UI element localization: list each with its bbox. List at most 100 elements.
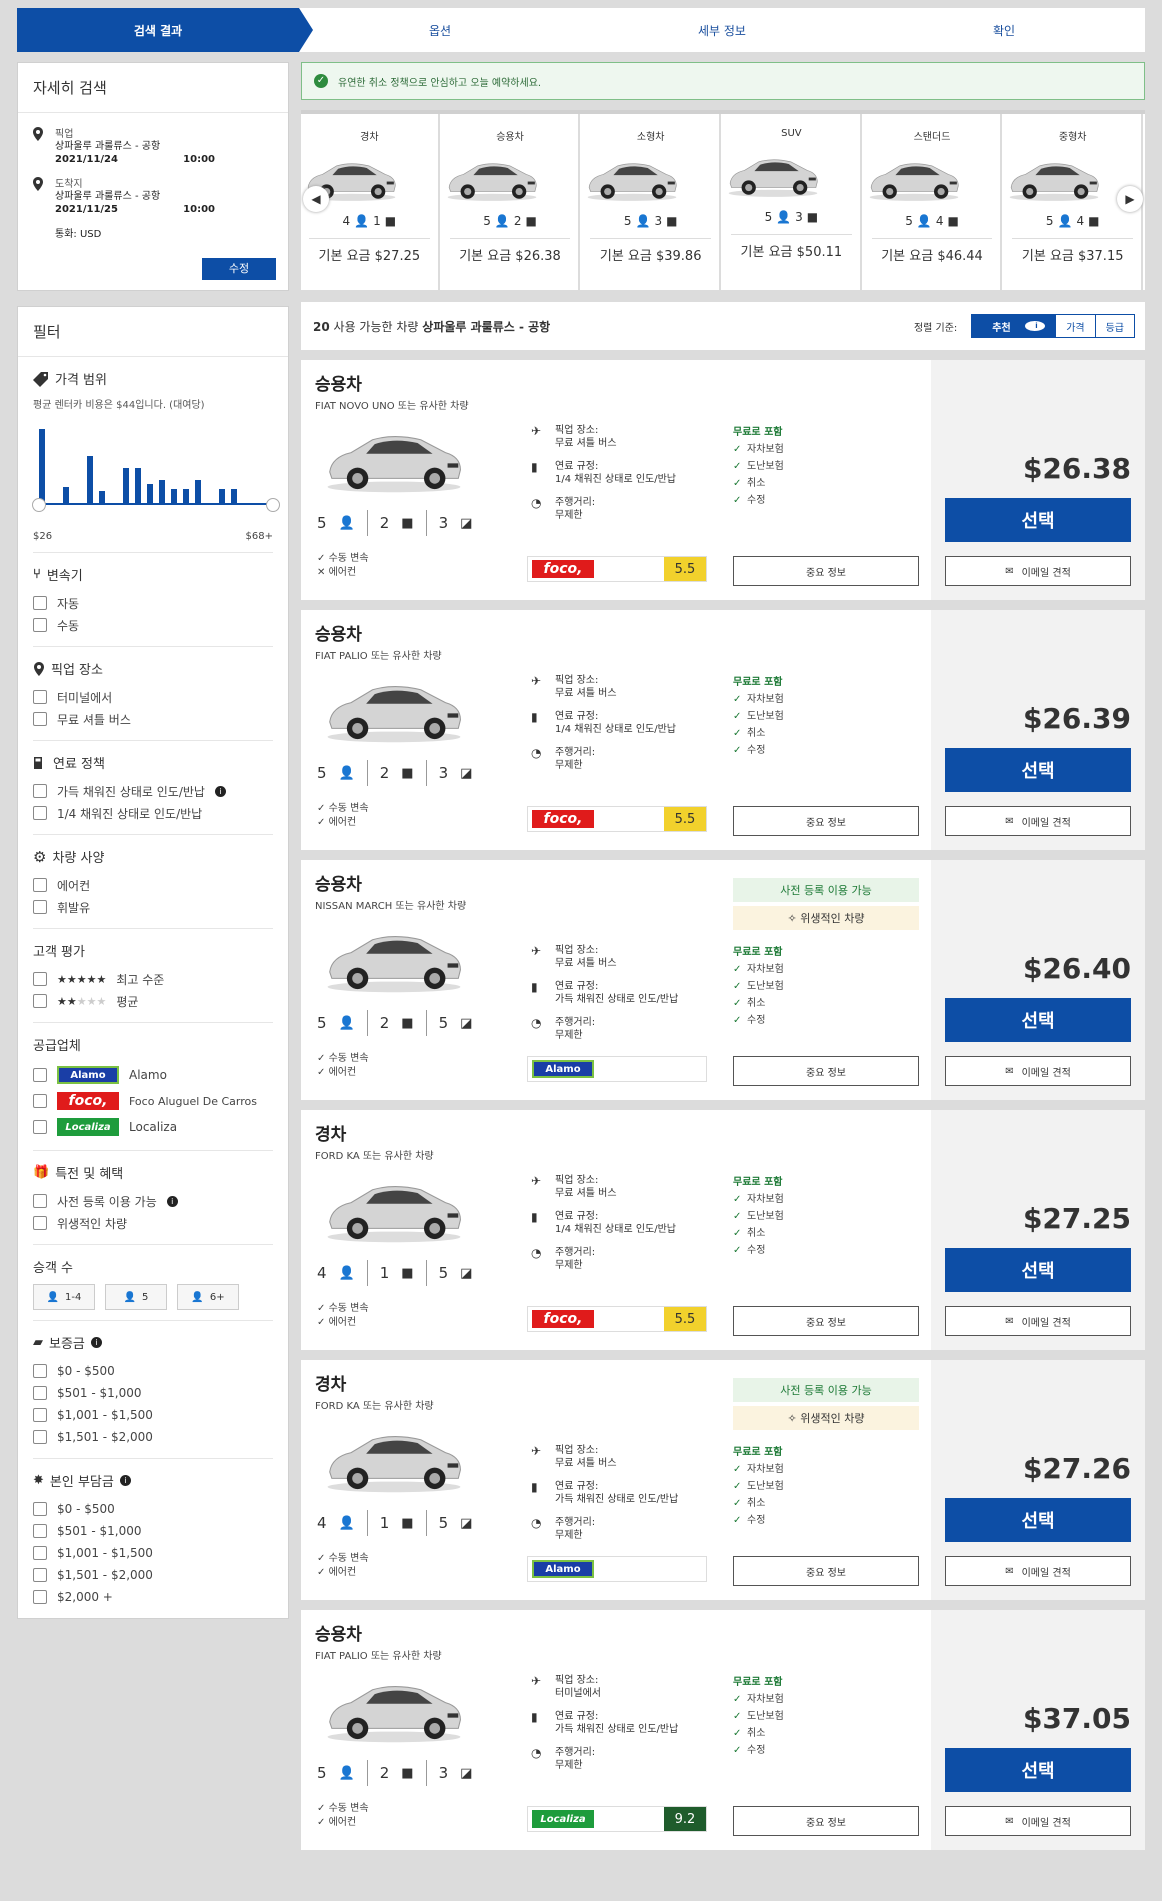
- checkbox-shuttle[interactable]: 무료 셔틀 버스: [33, 708, 273, 730]
- category-card[interactable]: SUV 5 👤 3 ■ 기본 요금 $50.11: [723, 114, 862, 290]
- sort-price[interactable]: 가격: [1055, 315, 1094, 337]
- email-quote-button[interactable]: ✉ 이메일 견적: [945, 556, 1131, 586]
- category-card[interactable]: 스탠더드 5 👤 4 ■ 기본 요금 $46.44: [863, 114, 1003, 290]
- important-info-button[interactable]: 중요 정보: [733, 1056, 919, 1086]
- important-info-button[interactable]: 중요 정보: [733, 806, 919, 836]
- checkbox-auto[interactable]: 자동: [33, 592, 273, 614]
- step-options[interactable]: 옵션: [299, 8, 581, 52]
- email-quote-button[interactable]: ✉ 이메일 견적: [945, 1556, 1131, 1586]
- checkbox-deposit[interactable]: $0 - $500: [33, 1360, 273, 1382]
- checkbox[interactable]: [33, 1568, 47, 1582]
- checkbox[interactable]: [33, 900, 47, 914]
- checkbox[interactable]: [33, 1068, 47, 1082]
- info-icon[interactable]: i: [90, 1337, 102, 1348]
- email-quote-button[interactable]: ✉ 이메일 견적: [945, 1056, 1131, 1086]
- checkbox[interactable]: [33, 994, 47, 1008]
- checkbox-terminal[interactable]: 터미널에서: [33, 686, 273, 708]
- pax-button-6plus[interactable]: 👤 6+: [177, 1284, 239, 1310]
- pickup-label: 픽업: [55, 129, 74, 140]
- step-results[interactable]: 검색 결과: [17, 8, 313, 52]
- sort-recommended[interactable]: 추천 i: [972, 315, 1056, 337]
- checkbox-sanitized[interactable]: 위생적인 차량: [33, 1212, 273, 1234]
- checkbox-excess[interactable]: $0 - $500: [33, 1498, 273, 1520]
- checkbox-localiza[interactable]: Localiza Localiza: [33, 1114, 273, 1140]
- pax-button-5[interactable]: 👤 5: [105, 1284, 167, 1310]
- included-title: 무료로 포함: [733, 1177, 783, 1188]
- checkbox-alamo[interactable]: Alamo Alamo: [33, 1062, 273, 1088]
- select-button[interactable]: 선택: [945, 1748, 1131, 1792]
- category-card[interactable]: 소형차 5 👤 3 ■ 기본 요금 $39.86: [582, 114, 722, 290]
- checkbox[interactable]: [33, 1386, 47, 1400]
- fuel-label: 연료 규정:: [555, 711, 599, 722]
- checkbox-precheck[interactable]: 사전 등록 이용 가능 i: [33, 1190, 273, 1212]
- car-result: 승용차 NISSAN MARCH 또는 유사한 차량 5 👤 2 ■ 5 ◪ ✓ 수동…: [301, 860, 1145, 1100]
- envelope-icon: ✉: [1005, 1315, 1014, 1327]
- checkbox-full-fuel[interactable]: 가득 채워진 상태로 인도/반납 i: [33, 780, 273, 802]
- edit-search-button[interactable]: 수정: [202, 258, 276, 280]
- checkbox[interactable]: [33, 1094, 47, 1108]
- checkbox[interactable]: [33, 1216, 47, 1230]
- price-slider[interactable]: [32, 498, 280, 519]
- checkbox-quarter-fuel[interactable]: 1/4 채워진 상태로 인도/반납: [33, 802, 273, 824]
- checkbox[interactable]: [33, 1194, 47, 1208]
- checkbox-manual[interactable]: 수동: [33, 614, 273, 636]
- checkbox-excess[interactable]: $2,000 +: [33, 1586, 273, 1608]
- checkbox[interactable]: [33, 1364, 47, 1378]
- checkbox[interactable]: [33, 1430, 47, 1444]
- checkbox[interactable]: [33, 1524, 47, 1538]
- select-button[interactable]: 선택: [945, 498, 1131, 542]
- select-button[interactable]: 선택: [945, 748, 1131, 792]
- slider-min-handle[interactable]: [32, 498, 46, 512]
- checkbox-excess[interactable]: $1,501 - $2,000: [33, 1564, 273, 1586]
- category-name: 스탠더드: [913, 132, 951, 143]
- important-info-button[interactable]: 중요 정보: [733, 1806, 919, 1836]
- included-item: 도난보험: [733, 708, 784, 725]
- step-confirm[interactable]: 확인: [863, 8, 1145, 52]
- checkbox-deposit[interactable]: $501 - $1,000: [33, 1382, 273, 1404]
- step-details[interactable]: 세부 정보: [581, 8, 863, 52]
- checkbox[interactable]: [33, 1408, 47, 1422]
- checkbox[interactable]: [33, 806, 47, 820]
- checkbox[interactable]: [33, 1590, 47, 1604]
- checkbox-deposit[interactable]: $1,001 - $1,500: [33, 1404, 273, 1426]
- email-quote-button[interactable]: ✉ 이메일 견적: [945, 1806, 1131, 1836]
- select-button[interactable]: 선택: [945, 998, 1131, 1042]
- checkbox-rating-avg[interactable]: ★★★★★ 평균: [33, 990, 273, 1012]
- checkbox[interactable]: [33, 972, 47, 986]
- checkbox[interactable]: [33, 1546, 47, 1560]
- checkbox-label: Alamo: [129, 1068, 167, 1082]
- slider-max-handle[interactable]: [266, 498, 280, 512]
- important-info-button[interactable]: 중요 정보: [733, 1556, 919, 1586]
- checkbox-deposit[interactable]: $1,501 - $2,000: [33, 1426, 273, 1448]
- important-info-button[interactable]: 중요 정보: [733, 556, 919, 586]
- checkbox[interactable]: [33, 618, 47, 632]
- important-info-button[interactable]: 중요 정보: [733, 1306, 919, 1336]
- category-card[interactable]: 승용차 5 👤 2 ■ 기본 요금 $26.38: [441, 114, 581, 290]
- carousel-next-button[interactable]: ▶: [1117, 186, 1143, 212]
- checkbox[interactable]: [33, 596, 47, 610]
- info-icon[interactable]: i: [214, 785, 226, 797]
- carousel-prev-button[interactable]: ◀: [303, 186, 329, 212]
- price-min: $26: [33, 531, 53, 542]
- email-quote-button[interactable]: ✉ 이메일 견적: [945, 1306, 1131, 1336]
- checkbox[interactable]: [33, 712, 47, 726]
- checkbox[interactable]: [33, 1120, 47, 1134]
- email-quote-button[interactable]: ✉ 이메일 견적: [945, 806, 1131, 836]
- checkbox-gasoline[interactable]: 휘발유: [33, 896, 273, 918]
- checkbox-foco[interactable]: foco, Foco Aluguel De Carros: [33, 1088, 273, 1114]
- sort-rating[interactable]: 등급: [1094, 315, 1134, 337]
- checkbox-excess[interactable]: $501 - $1,000: [33, 1520, 273, 1542]
- pax-button-1-4[interactable]: 👤 1-4: [33, 1284, 95, 1310]
- info-icon[interactable]: i: [166, 1195, 178, 1207]
- checkbox[interactable]: [33, 690, 47, 704]
- checkbox-ac[interactable]: 에어컨: [33, 874, 273, 896]
- info-icon[interactable]: i: [119, 1475, 131, 1486]
- foco-logo: foco,: [532, 1310, 594, 1328]
- checkbox[interactable]: [33, 784, 47, 798]
- checkbox[interactable]: [33, 878, 47, 892]
- checkbox-rating-top[interactable]: ★★★★★ 최고 수준: [33, 968, 273, 990]
- select-button[interactable]: 선택: [945, 1248, 1131, 1292]
- select-button[interactable]: 선택: [945, 1498, 1131, 1542]
- checkbox-excess[interactable]: $1,001 - $1,500: [33, 1542, 273, 1564]
- checkbox[interactable]: [33, 1502, 47, 1516]
